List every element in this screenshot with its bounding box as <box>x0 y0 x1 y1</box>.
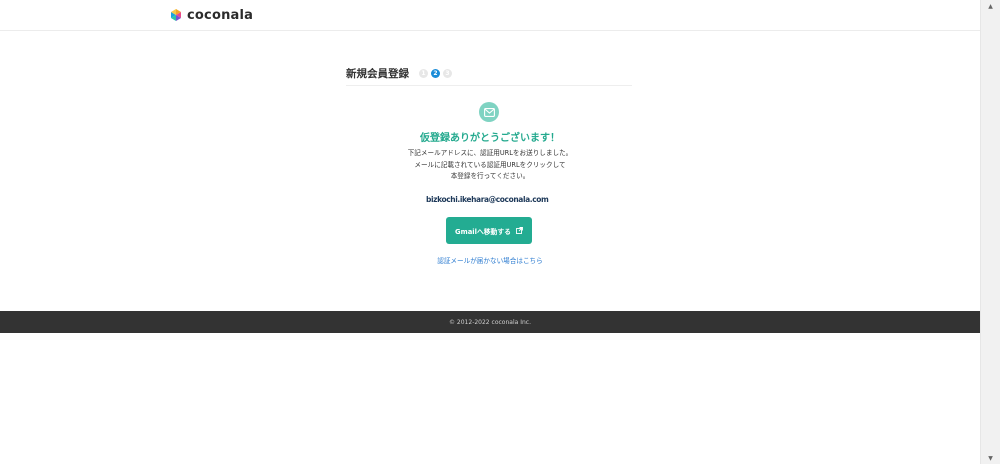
main-content: 新規会員登録 1 2 3 仮登録ありがとうございます！ 下記メールアドレスに、認… <box>0 31 980 311</box>
instruction-line-1: 下記メールアドレスに、認証用URLをお送りしました。 <box>407 149 573 157</box>
gmail-button-label: Gmailへ移動する <box>455 227 511 236</box>
scroll-up-icon[interactable]: ▲ <box>981 0 1000 12</box>
vertical-scrollbar[interactable]: ▲ ▼ <box>980 0 1000 464</box>
title-row: 新規会員登録 1 2 3 <box>346 65 632 86</box>
copyright-text: © 2012-2022 coconala Inc. <box>449 318 531 326</box>
open-gmail-button[interactable]: Gmailへ移動する <box>446 217 532 244</box>
registered-email: bizkochi.ikehara@coconala.com <box>426 195 549 204</box>
envelope-icon <box>479 102 499 122</box>
step-indicator: 1 2 3 <box>419 68 452 78</box>
instruction-text: 下記メールアドレスに、認証用URLをお送りしました。 メールに記載されている認証… <box>0 148 980 183</box>
instruction-line-2: メールに記載されている認証用URLをクリックして <box>414 160 566 169</box>
site-logo[interactable]: coconala <box>169 7 253 23</box>
page: coconala 新規会員登録 1 2 3 仮登録ありがとうございます！ 下記メ… <box>0 0 980 464</box>
step-3: 3 <box>443 68 452 78</box>
email-not-received-link[interactable]: 認証メールが届かない場合はこちら <box>0 255 980 265</box>
success-headline: 仮登録ありがとうございます！ <box>420 133 560 144</box>
external-link-icon <box>516 227 523 234</box>
site-header: coconala <box>0 0 980 31</box>
logo-text: coconala <box>187 7 254 23</box>
page-title: 新規会員登録 <box>346 67 409 80</box>
scroll-down-icon[interactable]: ▼ <box>981 452 1000 464</box>
coconala-logo-icon <box>171 9 181 21</box>
step-2-active: 2 <box>431 68 440 78</box>
site-footer: © 2012-2022 coconala Inc. <box>0 311 980 333</box>
step-1: 1 <box>419 68 428 78</box>
instruction-line-3: 本登録を行ってください。 <box>450 172 530 180</box>
